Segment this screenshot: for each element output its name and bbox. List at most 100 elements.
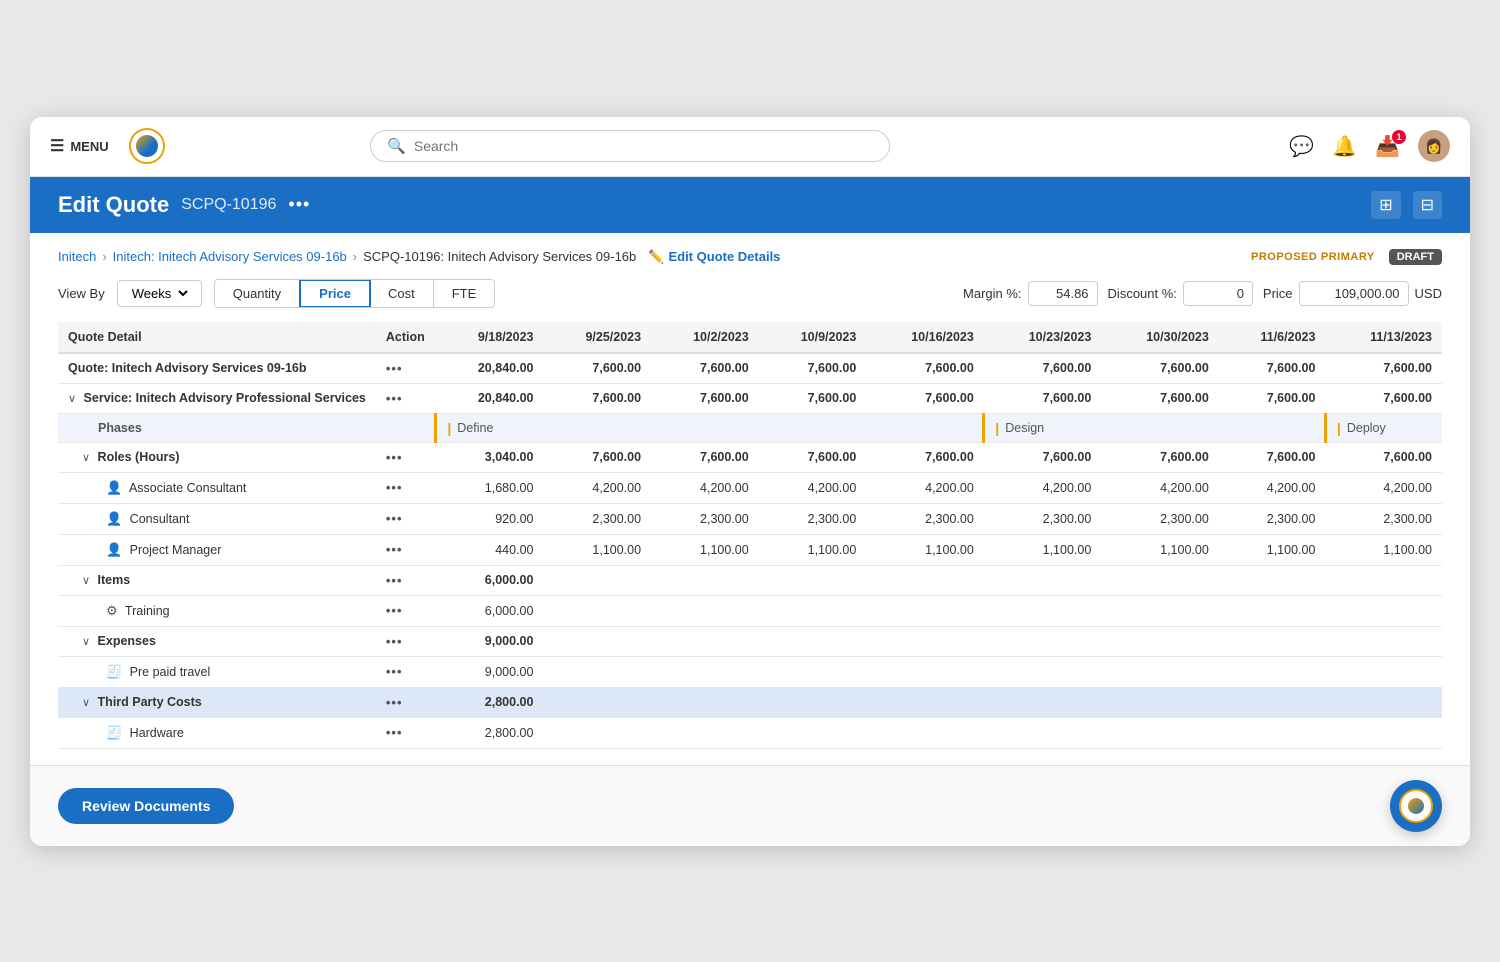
col-header-1113: 11/13/2023 bbox=[1325, 322, 1442, 353]
tab-quantity[interactable]: Quantity bbox=[215, 280, 300, 307]
phase-design-cell: | Design bbox=[984, 413, 1326, 442]
header-actions: ⊞ ⊟ bbox=[1371, 191, 1442, 219]
view-tab-group: Quantity Price Cost FTE bbox=[214, 279, 496, 308]
discount-label: Discount %: bbox=[1108, 286, 1177, 301]
pencil-icon: ✏️ bbox=[648, 249, 664, 265]
view-by-select-wrapper[interactable]: Weeks Months Days bbox=[117, 280, 202, 307]
search-icon: 🔍 bbox=[387, 137, 406, 155]
collapse-roles-button[interactable]: ∨ bbox=[82, 451, 90, 464]
phases-row: Phases | Define | Design bbox=[58, 413, 1442, 442]
breadcrumb-current: SCPQ-10196: Initech Advisory Services 09… bbox=[363, 249, 636, 264]
proposed-primary-badge: PROPOSED PRIMARY bbox=[1251, 251, 1375, 263]
row-action-service-total[interactable]: ••• bbox=[376, 383, 436, 413]
workday-logo-inner bbox=[136, 135, 158, 157]
col-header-action: Action bbox=[376, 322, 436, 353]
discount-input[interactable] bbox=[1183, 281, 1253, 306]
quote-id: SCPQ-10196 bbox=[181, 196, 276, 214]
pdf-export-button[interactable]: ⊟ bbox=[1413, 191, 1442, 219]
col-header-109: 10/9/2023 bbox=[759, 322, 867, 353]
draft-badge: DRAFT bbox=[1389, 249, 1442, 265]
row-name-service-total: ∨ Service: Initech Advisory Professional… bbox=[58, 383, 376, 413]
tab-fte[interactable]: FTE bbox=[434, 280, 495, 307]
collapse-expenses-button[interactable]: ∨ bbox=[82, 635, 90, 648]
table-row: 🧾 Pre paid travel ••• 9,000.00 bbox=[58, 656, 1442, 687]
phase-define-cell: | Define bbox=[436, 413, 984, 442]
breadcrumb-link-initech[interactable]: Initech bbox=[58, 249, 96, 264]
page-header: Edit Quote SCPQ-10196 ••• ⊞ ⊟ bbox=[30, 177, 1470, 233]
avatar[interactable]: 👩 bbox=[1418, 130, 1450, 162]
search-input[interactable] bbox=[414, 138, 873, 154]
menu-label: MENU bbox=[70, 139, 108, 154]
chat-button[interactable]: 💬 bbox=[1289, 134, 1314, 159]
margin-label: Margin %: bbox=[963, 286, 1022, 301]
phases-label: Phases bbox=[58, 413, 376, 442]
table-row: ∨ Third Party Costs ••• 2,800.00 bbox=[58, 687, 1442, 717]
margin-group: Margin %: bbox=[963, 281, 1098, 306]
bell-icon: 🔔 bbox=[1332, 134, 1357, 159]
row-name-quote-total: Quote: Initech Advisory Services 09-16b bbox=[58, 353, 376, 384]
row-name-prepaid-travel: 🧾 Pre paid travel bbox=[58, 656, 376, 687]
price-label: Price bbox=[1263, 286, 1293, 301]
edit-quote-details-link[interactable]: ✏️ Edit Quote Details bbox=[648, 249, 780, 265]
breadcrumb-link-service[interactable]: Initech: Initech Advisory Services 09-16… bbox=[113, 249, 347, 264]
table-row: ∨ Roles (Hours) ••• 3,040.00 7,600.00 7,… bbox=[58, 442, 1442, 472]
table-row: Quote: Initech Advisory Services 09-16b … bbox=[58, 353, 1442, 384]
workday-logo bbox=[129, 128, 165, 164]
col-header-925: 9/25/2023 bbox=[543, 322, 651, 353]
row-name-expenses-total: ∨ Expenses bbox=[58, 626, 376, 656]
col-header-1023: 10/23/2023 bbox=[984, 322, 1102, 353]
row-name-hardware: 🧾 Hardware bbox=[58, 717, 376, 748]
price-input[interactable] bbox=[1299, 281, 1409, 306]
row-name-third-party-total: ∨ Third Party Costs bbox=[58, 687, 376, 717]
fab-logo bbox=[1408, 798, 1424, 814]
table-row: ⚙ Training ••• 6,000.00 bbox=[58, 595, 1442, 626]
quote-table: Quote Detail Action 9/18/2023 9/25/2023 … bbox=[58, 322, 1442, 749]
menu-button[interactable]: ☰ MENU bbox=[50, 136, 109, 156]
table-row: 👤 Associate Consultant ••• 1,680.00 4,20… bbox=[58, 472, 1442, 503]
tab-cost[interactable]: Cost bbox=[370, 280, 434, 307]
search-bar[interactable]: 🔍 bbox=[370, 130, 890, 162]
inbox-badge: 1 bbox=[1392, 130, 1406, 144]
excel-export-button[interactable]: ⊞ bbox=[1371, 191, 1400, 219]
col-header-918: 9/18/2023 bbox=[436, 322, 544, 353]
collapse-third-party-button[interactable]: ∨ bbox=[82, 696, 90, 709]
page-title: Edit Quote bbox=[58, 192, 169, 218]
role-icon: 👤 bbox=[106, 542, 122, 557]
header-more-button[interactable]: ••• bbox=[288, 194, 310, 215]
role-icon: 👤 bbox=[106, 480, 122, 495]
col-header-102: 10/2/2023 bbox=[651, 322, 759, 353]
row-name-assoc-consultant: 👤 Associate Consultant bbox=[58, 472, 376, 503]
table-container: Quote Detail Action 9/18/2023 9/25/2023 … bbox=[58, 322, 1442, 749]
view-by-select[interactable]: Weeks Months Days bbox=[128, 285, 191, 302]
row-action-roles-total[interactable]: ••• bbox=[376, 442, 436, 472]
price-group: Price USD bbox=[1263, 281, 1442, 306]
collapse-service-button[interactable]: ∨ bbox=[68, 392, 76, 405]
table-row: 👤 Project Manager ••• 440.00 1,100.00 1,… bbox=[58, 534, 1442, 565]
hamburger-icon: ☰ bbox=[50, 136, 64, 156]
currency-label: USD bbox=[1415, 286, 1442, 301]
workday-fab-button[interactable] bbox=[1390, 780, 1442, 832]
hardware-icon: 🧾 bbox=[106, 725, 122, 740]
app-window: ☰ MENU 🔍 💬 🔔 📥 1 👩 Edit Quote SCPQ-1 bbox=[30, 117, 1470, 846]
view-by-label: View By bbox=[58, 286, 105, 301]
discount-group: Discount %: bbox=[1108, 281, 1253, 306]
row-action-quote-total[interactable]: ••• bbox=[376, 353, 436, 384]
nav-icons: 💬 🔔 📥 1 👩 bbox=[1289, 130, 1450, 162]
tab-price[interactable]: Price bbox=[299, 279, 371, 308]
chat-icon: 💬 bbox=[1289, 134, 1314, 159]
margin-input[interactable] bbox=[1028, 281, 1098, 306]
metrics-area: Margin %: Discount %: Price USD bbox=[963, 281, 1442, 306]
row-name-project-manager: 👤 Project Manager bbox=[58, 534, 376, 565]
inbox-button[interactable]: 📥 1 bbox=[1375, 134, 1400, 159]
row-name-roles-total: ∨ Roles (Hours) bbox=[58, 442, 376, 472]
row-name-consultant: 👤 Consultant bbox=[58, 503, 376, 534]
review-documents-button[interactable]: Review Documents bbox=[58, 788, 234, 824]
table-row: 👤 Consultant ••• 920.00 2,300.00 2,300.0… bbox=[58, 503, 1442, 534]
notifications-button[interactable]: 🔔 bbox=[1332, 134, 1357, 159]
breadcrumb: Initech › Initech: Initech Advisory Serv… bbox=[58, 249, 1442, 265]
collapse-items-button[interactable]: ∨ bbox=[82, 574, 90, 587]
top-nav: ☰ MENU 🔍 💬 🔔 📥 1 👩 bbox=[30, 117, 1470, 177]
table-row: ∨ Items ••• 6,000.00 bbox=[58, 565, 1442, 595]
table-header-row: Quote Detail Action 9/18/2023 9/25/2023 … bbox=[58, 322, 1442, 353]
phase-deploy-cell: | Deploy bbox=[1325, 413, 1442, 442]
